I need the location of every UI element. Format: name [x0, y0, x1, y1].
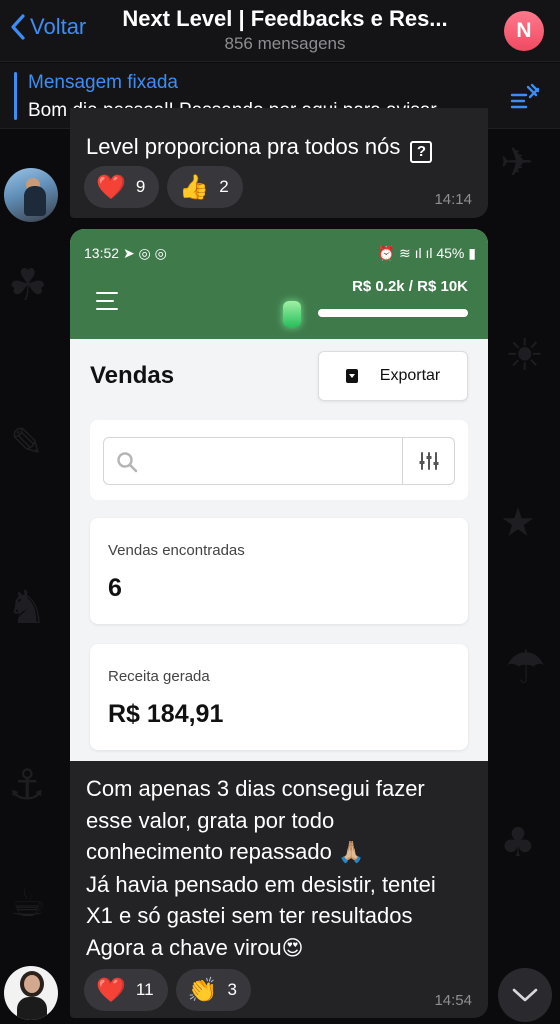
status-battery: ⏰ ≋ ıl ıl 45% ▮ — [378, 245, 476, 262]
chat-header: Voltar Next Level | Feedbacks e Res... 8… — [0, 0, 560, 62]
search-icon — [117, 452, 138, 473]
clapping-hands-icon: 👏 — [187, 976, 218, 1004]
scroll-down-button[interactable] — [498, 968, 552, 1022]
pinned-title: Mensagem fixada — [28, 72, 178, 93]
chevron-left-icon — [11, 14, 25, 40]
reaction-clap[interactable]: 👏 3 — [175, 969, 251, 1011]
stat-label: Receita gerada — [108, 668, 210, 685]
signal-icon: ⏰ ≋ ıl ıl — [377, 245, 433, 261]
export-button[interactable]: Exportar — [318, 351, 468, 401]
avatar[interactable] — [4, 168, 58, 222]
stat-value: R$ 184,91 — [108, 700, 224, 728]
question-icon: ? — [410, 141, 433, 163]
message-line: Com apenas 3 dias consegui fazer — [86, 776, 425, 801]
reaction-bar: ❤️ 11 👏 3 — [84, 969, 251, 1011]
reaction-count: 2 — [219, 177, 229, 196]
stat-label: Vendas encontradas — [108, 542, 245, 559]
battery-icon: ▮ — [468, 245, 476, 261]
chat-title: Next Level | Feedbacks e Res... — [122, 6, 448, 31]
pinned-indicator — [14, 72, 17, 120]
message-text: Level proporciona pra todos nós ? — [86, 134, 433, 163]
thumbs-up-icon: 👍 — [179, 173, 210, 201]
heart-eyes-icon: 😍 — [281, 935, 304, 960]
reaction-count: 3 — [227, 980, 237, 999]
reaction-count: 11 — [135, 980, 154, 999]
telegram-icon: ➤ ◎ ◎ — [122, 245, 167, 261]
message-bubble[interactable]: Level proporciona pra todos nós ? ❤️ 9 👍… — [70, 108, 488, 218]
reaction-bar: ❤️ 9 👍 2 — [84, 166, 243, 208]
page-title: Vendas — [90, 362, 175, 389]
avatar-head — [24, 975, 40, 993]
message-line-with-emoji: Agora a chave virou😍 — [86, 932, 478, 965]
stat-card-revenue: Receita gerada R$ 184,91 — [90, 644, 468, 750]
reaction-heart[interactable]: ❤️ 9 — [84, 166, 160, 208]
app-top-bar: 13:52 ➤ ◎ ◎ ⏰ ≋ ıl ıl 45% ▮ R$ 0.2k / R$… — [70, 229, 488, 339]
back-label: Voltar — [30, 14, 87, 39]
message-line: esse valor, grata por todo — [86, 807, 335, 833]
message-text-body: Level proporciona pra todos nós — [86, 134, 401, 159]
search-input[interactable] — [103, 437, 403, 485]
battery-text: 45% — [436, 245, 465, 261]
hamburger-menu-icon[interactable] — [96, 292, 118, 316]
reaction-heart[interactable]: ❤️ 11 — [84, 969, 168, 1011]
export-label: Exportar — [379, 367, 441, 384]
praying-hands-icon: 🙏🏼 — [337, 840, 365, 865]
message-text: Com apenas 3 dias consegui fazer esse va… — [86, 773, 478, 965]
reaction-thumbs-up[interactable]: 👍 2 — [167, 166, 243, 208]
avatar-body — [17, 997, 47, 1020]
heart-icon: ❤️ — [96, 173, 126, 201]
status-time-text: 13:52 — [84, 245, 120, 261]
goal-progress-bar — [318, 309, 468, 317]
gem-icon — [283, 301, 301, 327]
stat-value: 6 — [108, 574, 122, 602]
chevron-down-icon — [512, 988, 538, 1002]
message-image[interactable]: 13:52 ➤ ◎ ◎ ⏰ ≋ ıl ıl 45% ▮ R$ 0.2k / R$… — [70, 229, 488, 761]
download-icon — [345, 369, 358, 383]
chat-avatar[interactable]: N — [504, 11, 544, 51]
message-line: Agora a chave virou — [86, 934, 282, 960]
sliders-icon — [419, 452, 438, 470]
pin-list-icon[interactable] — [510, 83, 540, 109]
search-card — [90, 420, 468, 500]
filter-button[interactable] — [403, 437, 455, 485]
chat-title-area[interactable]: Next Level | Feedbacks e Res... 856 mens… — [100, 6, 470, 54]
goal-progress-label: R$ 0.2k / R$ 10K — [352, 278, 468, 295]
message-time: 14:14 — [434, 191, 472, 208]
message-line: X1 e só gastei sem ter resultados — [86, 903, 413, 929]
avatar-body — [24, 186, 46, 216]
goal-progress-fill — [318, 309, 468, 317]
heart-icon: ❤️ — [96, 976, 126, 1004]
reaction-count: 9 — [135, 177, 146, 196]
back-button[interactable]: Voltar — [10, 14, 86, 40]
message-bubble[interactable]: 13:52 ➤ ◎ ◎ ⏰ ≋ ıl ıl 45% ▮ R$ 0.2k / R$… — [70, 229, 488, 1018]
avatar[interactable] — [4, 966, 58, 1020]
message-line-with-emoji: conhecimento repassado 🙏🏼 — [86, 836, 478, 869]
message-time: 14:54 — [434, 992, 472, 1009]
chat-member-count: 856 mensagens — [224, 34, 346, 53]
status-time: 13:52 ➤ ◎ ◎ — [84, 245, 167, 262]
message-line: Já havia pensado em desistir, tentei — [86, 871, 436, 897]
message-line: conhecimento repassado — [86, 839, 332, 865]
stat-card-sales: Vendas encontradas 6 — [90, 518, 468, 624]
